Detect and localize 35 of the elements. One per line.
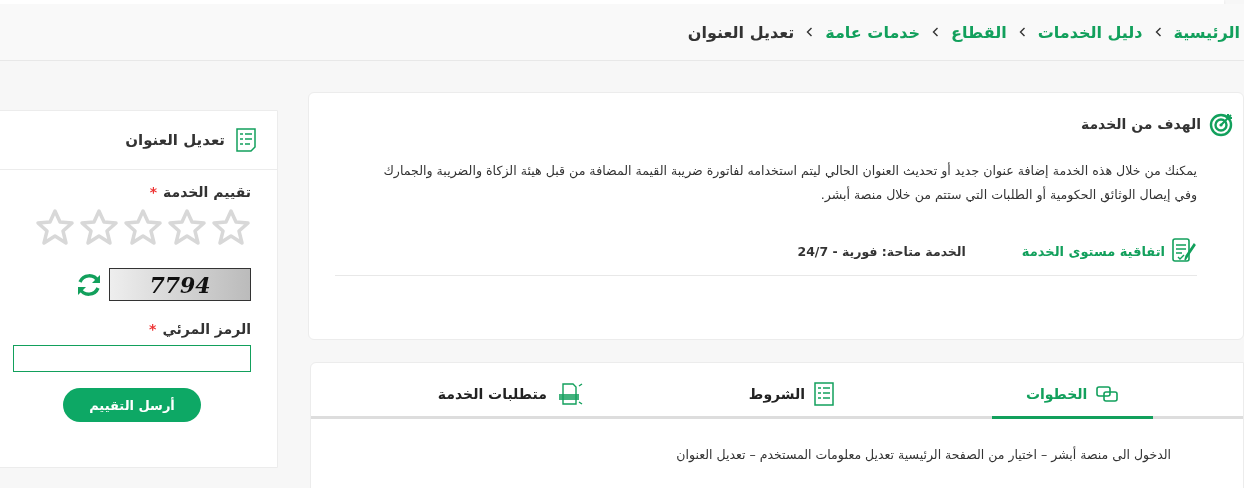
chevron-icon (932, 27, 940, 37)
chevron-icon (1018, 27, 1026, 37)
field-label: الرمز المرئي (162, 321, 251, 337)
breadcrumb-link[interactable]: تعديل العنوان (687, 22, 795, 42)
captcha-image: 7794 (109, 268, 251, 301)
required-mark: * (149, 321, 157, 337)
star-icon[interactable] (167, 208, 207, 246)
star-icon[interactable] (35, 208, 75, 246)
target-icon (1209, 111, 1235, 137)
star-icon[interactable] (211, 208, 251, 246)
captcha-input[interactable] (13, 345, 251, 372)
breadcrumb-link[interactable]: دليل الخدمات (1037, 22, 1143, 42)
checklist-icon (235, 127, 257, 153)
breadcrumb-link[interactable]: القطاع (951, 22, 1007, 42)
chevron-icon (806, 27, 814, 37)
breadcrumb-link[interactable]: خدمات عامة (825, 22, 921, 42)
required-mark: * (149, 184, 157, 200)
document-pen-icon (1171, 237, 1197, 265)
section-title: الهدف من الخدمة (1080, 116, 1201, 132)
description-text: يمكنك من خلال هذه الخدمة إضافة عنوان جديد أو تحديث العنوان الحالي ليتم استخدامه لفاتورة ضريبة القيمة المضافة من قبل هيئة الزكاة والضريبة والجمارك وفي إيصال الوثائق الحكومية أو الطلبات التي ستتم من خلال منصة أبشر. (382, 161, 1197, 205)
checklist-icon (813, 380, 836, 407)
linked-squares-icon (1095, 383, 1120, 404)
panel-title: تعديل العنوان (125, 131, 225, 149)
star-icon[interactable] (79, 208, 119, 246)
tab[interactable]: الشروط (711, 371, 873, 419)
field-label: تقييم الخدمة (163, 184, 251, 200)
tab[interactable]: الخطوات (992, 371, 1153, 419)
sla-link[interactable]: اتفاقية مستوى الخدمة (1021, 243, 1165, 259)
chevron-icon (1154, 27, 1162, 37)
tab[interactable]: متطلبات الخدمة (431, 371, 592, 419)
submit-button[interactable]: أرسل التقييم (63, 388, 201, 422)
steps-text: الدخول الى منصة أبشر – اختيار من الصفحة الرئيسية تعديل معلومات المستخدم – تعديل العنوان (675, 447, 1171, 462)
star-icon[interactable] (123, 208, 163, 246)
availability-text: الخدمة متاحة: فورية - 24/7 (797, 243, 966, 259)
breadcrumb-link[interactable]: الرئيسية (1173, 22, 1240, 42)
